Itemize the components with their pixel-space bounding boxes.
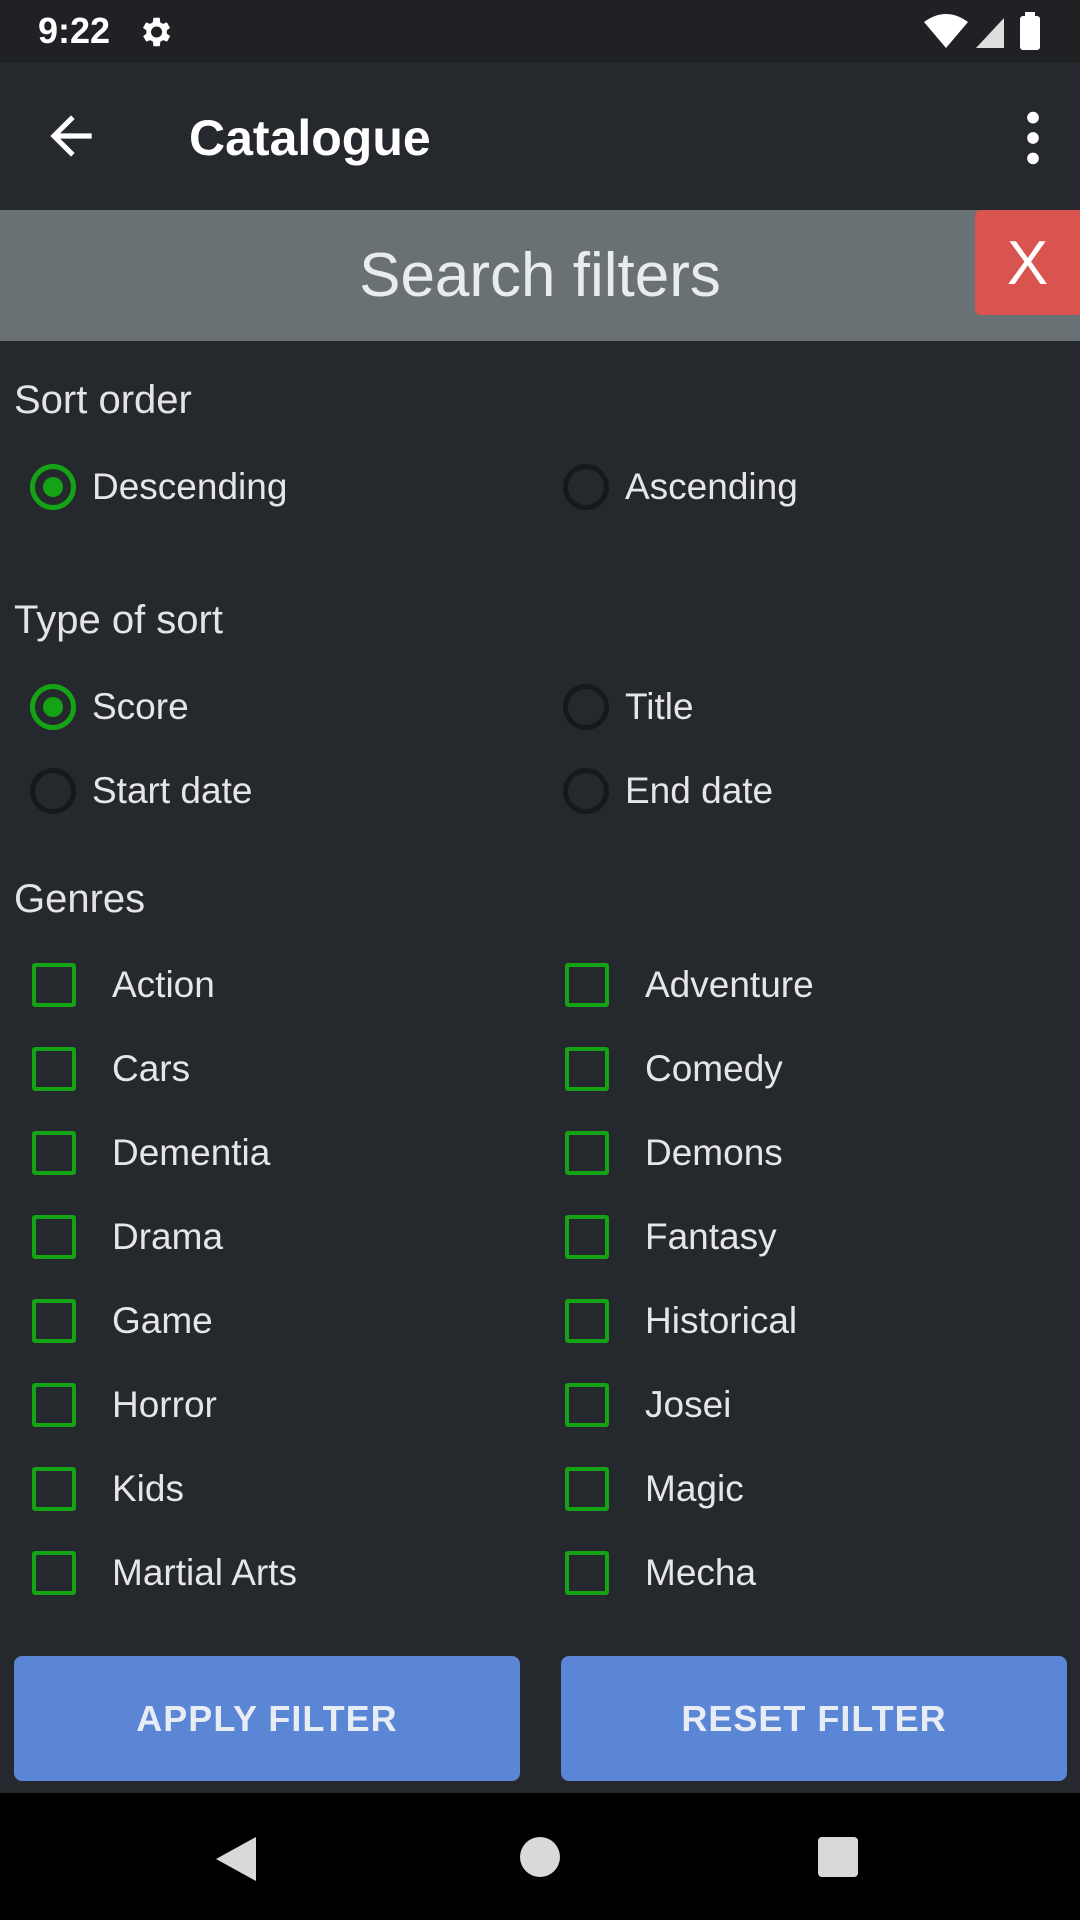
sort-type-title[interactable]: Title bbox=[563, 675, 694, 739]
sort-order-descending[interactable]: Descending bbox=[30, 455, 287, 519]
genre-checkbox-fantasy[interactable]: Fantasy bbox=[565, 1205, 777, 1269]
page-title: Catalogue bbox=[189, 110, 431, 166]
checkbox[interactable] bbox=[32, 1383, 76, 1427]
back-arrow-icon[interactable] bbox=[40, 105, 102, 167]
checkbox[interactable] bbox=[32, 1215, 76, 1259]
checkbox-label: Demons bbox=[645, 1132, 783, 1173]
radio-button-checked[interactable] bbox=[30, 464, 76, 510]
checkbox[interactable] bbox=[32, 1467, 76, 1511]
checkbox-label: Fantasy bbox=[645, 1216, 777, 1257]
sort-type-score[interactable]: Score bbox=[30, 675, 189, 739]
gear-icon bbox=[142, 17, 171, 47]
checkbox-label: Game bbox=[112, 1300, 213, 1341]
radio-button[interactable] bbox=[563, 684, 609, 730]
genre-checkbox-kids[interactable]: Kids bbox=[32, 1457, 184, 1521]
checkbox[interactable] bbox=[565, 1383, 609, 1427]
radio-label: Start date bbox=[92, 770, 253, 811]
nav-home-icon[interactable] bbox=[520, 1837, 560, 1877]
checkbox[interactable] bbox=[32, 1551, 76, 1595]
genres-label: Genres bbox=[14, 877, 146, 921]
checkbox[interactable] bbox=[565, 1131, 609, 1175]
checkbox[interactable] bbox=[32, 1131, 76, 1175]
close-filters-button[interactable]: X bbox=[975, 210, 1080, 315]
status-time: 9:22 bbox=[38, 10, 111, 51]
sort-order-ascending[interactable]: Ascending bbox=[563, 455, 798, 519]
checkbox-label: Historical bbox=[645, 1300, 798, 1341]
checkbox-label: Cars bbox=[112, 1048, 191, 1089]
checkbox[interactable] bbox=[565, 1299, 609, 1343]
radio-button[interactable] bbox=[563, 768, 609, 814]
genre-checkbox-dementia[interactable]: Dementia bbox=[32, 1121, 270, 1185]
genre-checkbox-adventure[interactable]: Adventure bbox=[565, 953, 814, 1017]
radio-label: Ascending bbox=[625, 466, 798, 507]
checkbox-label: Mecha bbox=[645, 1552, 757, 1593]
apply-filter-button[interactable]: APPLY FILTER bbox=[14, 1656, 520, 1781]
radio-button[interactable] bbox=[563, 464, 609, 510]
radio-label: Title bbox=[625, 686, 694, 727]
genre-checkbox-drama[interactable]: Drama bbox=[32, 1205, 223, 1269]
radio-label: End date bbox=[625, 770, 774, 811]
radio-button[interactable] bbox=[30, 768, 76, 814]
genre-checkbox-martial-arts[interactable]: Martial Arts bbox=[32, 1541, 297, 1605]
more-vert-icon[interactable] bbox=[998, 103, 1068, 173]
checkbox[interactable] bbox=[32, 1047, 76, 1091]
wifi-icon bbox=[924, 14, 968, 48]
search-filters-title: Search filters bbox=[359, 241, 721, 310]
checkbox[interactable] bbox=[32, 963, 76, 1007]
checkbox[interactable] bbox=[565, 1551, 609, 1595]
genre-checkbox-josei[interactable]: Josei bbox=[565, 1373, 731, 1437]
checkbox-label: Action bbox=[112, 964, 215, 1005]
genre-checkbox-magic[interactable]: Magic bbox=[565, 1457, 744, 1521]
sort-type-start-date[interactable]: Start date bbox=[30, 759, 252, 823]
nav-recents-icon[interactable] bbox=[818, 1837, 858, 1877]
checkbox-label: Adventure bbox=[645, 964, 814, 1005]
checkbox[interactable] bbox=[565, 963, 609, 1007]
genre-checkbox-cars[interactable]: Cars bbox=[32, 1037, 190, 1101]
radio-label: Descending bbox=[92, 466, 288, 507]
sort-type-label: Type of sort bbox=[14, 598, 223, 642]
battery-icon bbox=[1020, 16, 1040, 50]
app-bar: Catalogue bbox=[0, 63, 1080, 210]
search-filters-header: Search filters bbox=[0, 210, 1080, 341]
checkbox-label: Magic bbox=[645, 1468, 744, 1509]
genre-checkbox-action[interactable]: Action bbox=[32, 953, 215, 1017]
checkbox[interactable] bbox=[32, 1299, 76, 1343]
checkbox-label: Kids bbox=[112, 1468, 184, 1509]
genre-checkbox-horror[interactable]: Horror bbox=[32, 1373, 217, 1437]
nav-back-icon[interactable] bbox=[216, 1837, 256, 1881]
checkbox-label: Josei bbox=[645, 1384, 732, 1425]
sort-order-label: Sort order bbox=[14, 378, 192, 422]
status-bar: 9:22 bbox=[0, 0, 1080, 63]
sort-type-end-date[interactable]: End date bbox=[563, 759, 773, 823]
status-icons bbox=[924, 12, 1040, 50]
checkbox-label: Comedy bbox=[645, 1048, 783, 1089]
genre-checkbox-demons[interactable]: Demons bbox=[565, 1121, 783, 1185]
signal-icon bbox=[976, 18, 1004, 48]
checkbox-label: Drama bbox=[112, 1216, 224, 1257]
checkbox-label: Martial Arts bbox=[112, 1552, 298, 1593]
reset-filter-button[interactable]: RESET FILTER bbox=[561, 1656, 1067, 1781]
checkbox[interactable] bbox=[565, 1047, 609, 1091]
genre-checkbox-game[interactable]: Game bbox=[32, 1289, 213, 1353]
genre-checkbox-mecha[interactable]: Mecha bbox=[565, 1541, 756, 1605]
checkbox[interactable] bbox=[565, 1467, 609, 1511]
navigation-bar bbox=[0, 1793, 1080, 1920]
radio-label: Score bbox=[92, 686, 189, 727]
radio-button-checked[interactable] bbox=[30, 684, 76, 730]
checkbox-label: Horror bbox=[112, 1384, 217, 1425]
genre-checkbox-comedy[interactable]: Comedy bbox=[565, 1037, 783, 1101]
checkbox[interactable] bbox=[565, 1215, 609, 1259]
checkbox-label: Dementia bbox=[112, 1132, 271, 1173]
genre-checkbox-historical[interactable]: Historical bbox=[565, 1289, 797, 1353]
